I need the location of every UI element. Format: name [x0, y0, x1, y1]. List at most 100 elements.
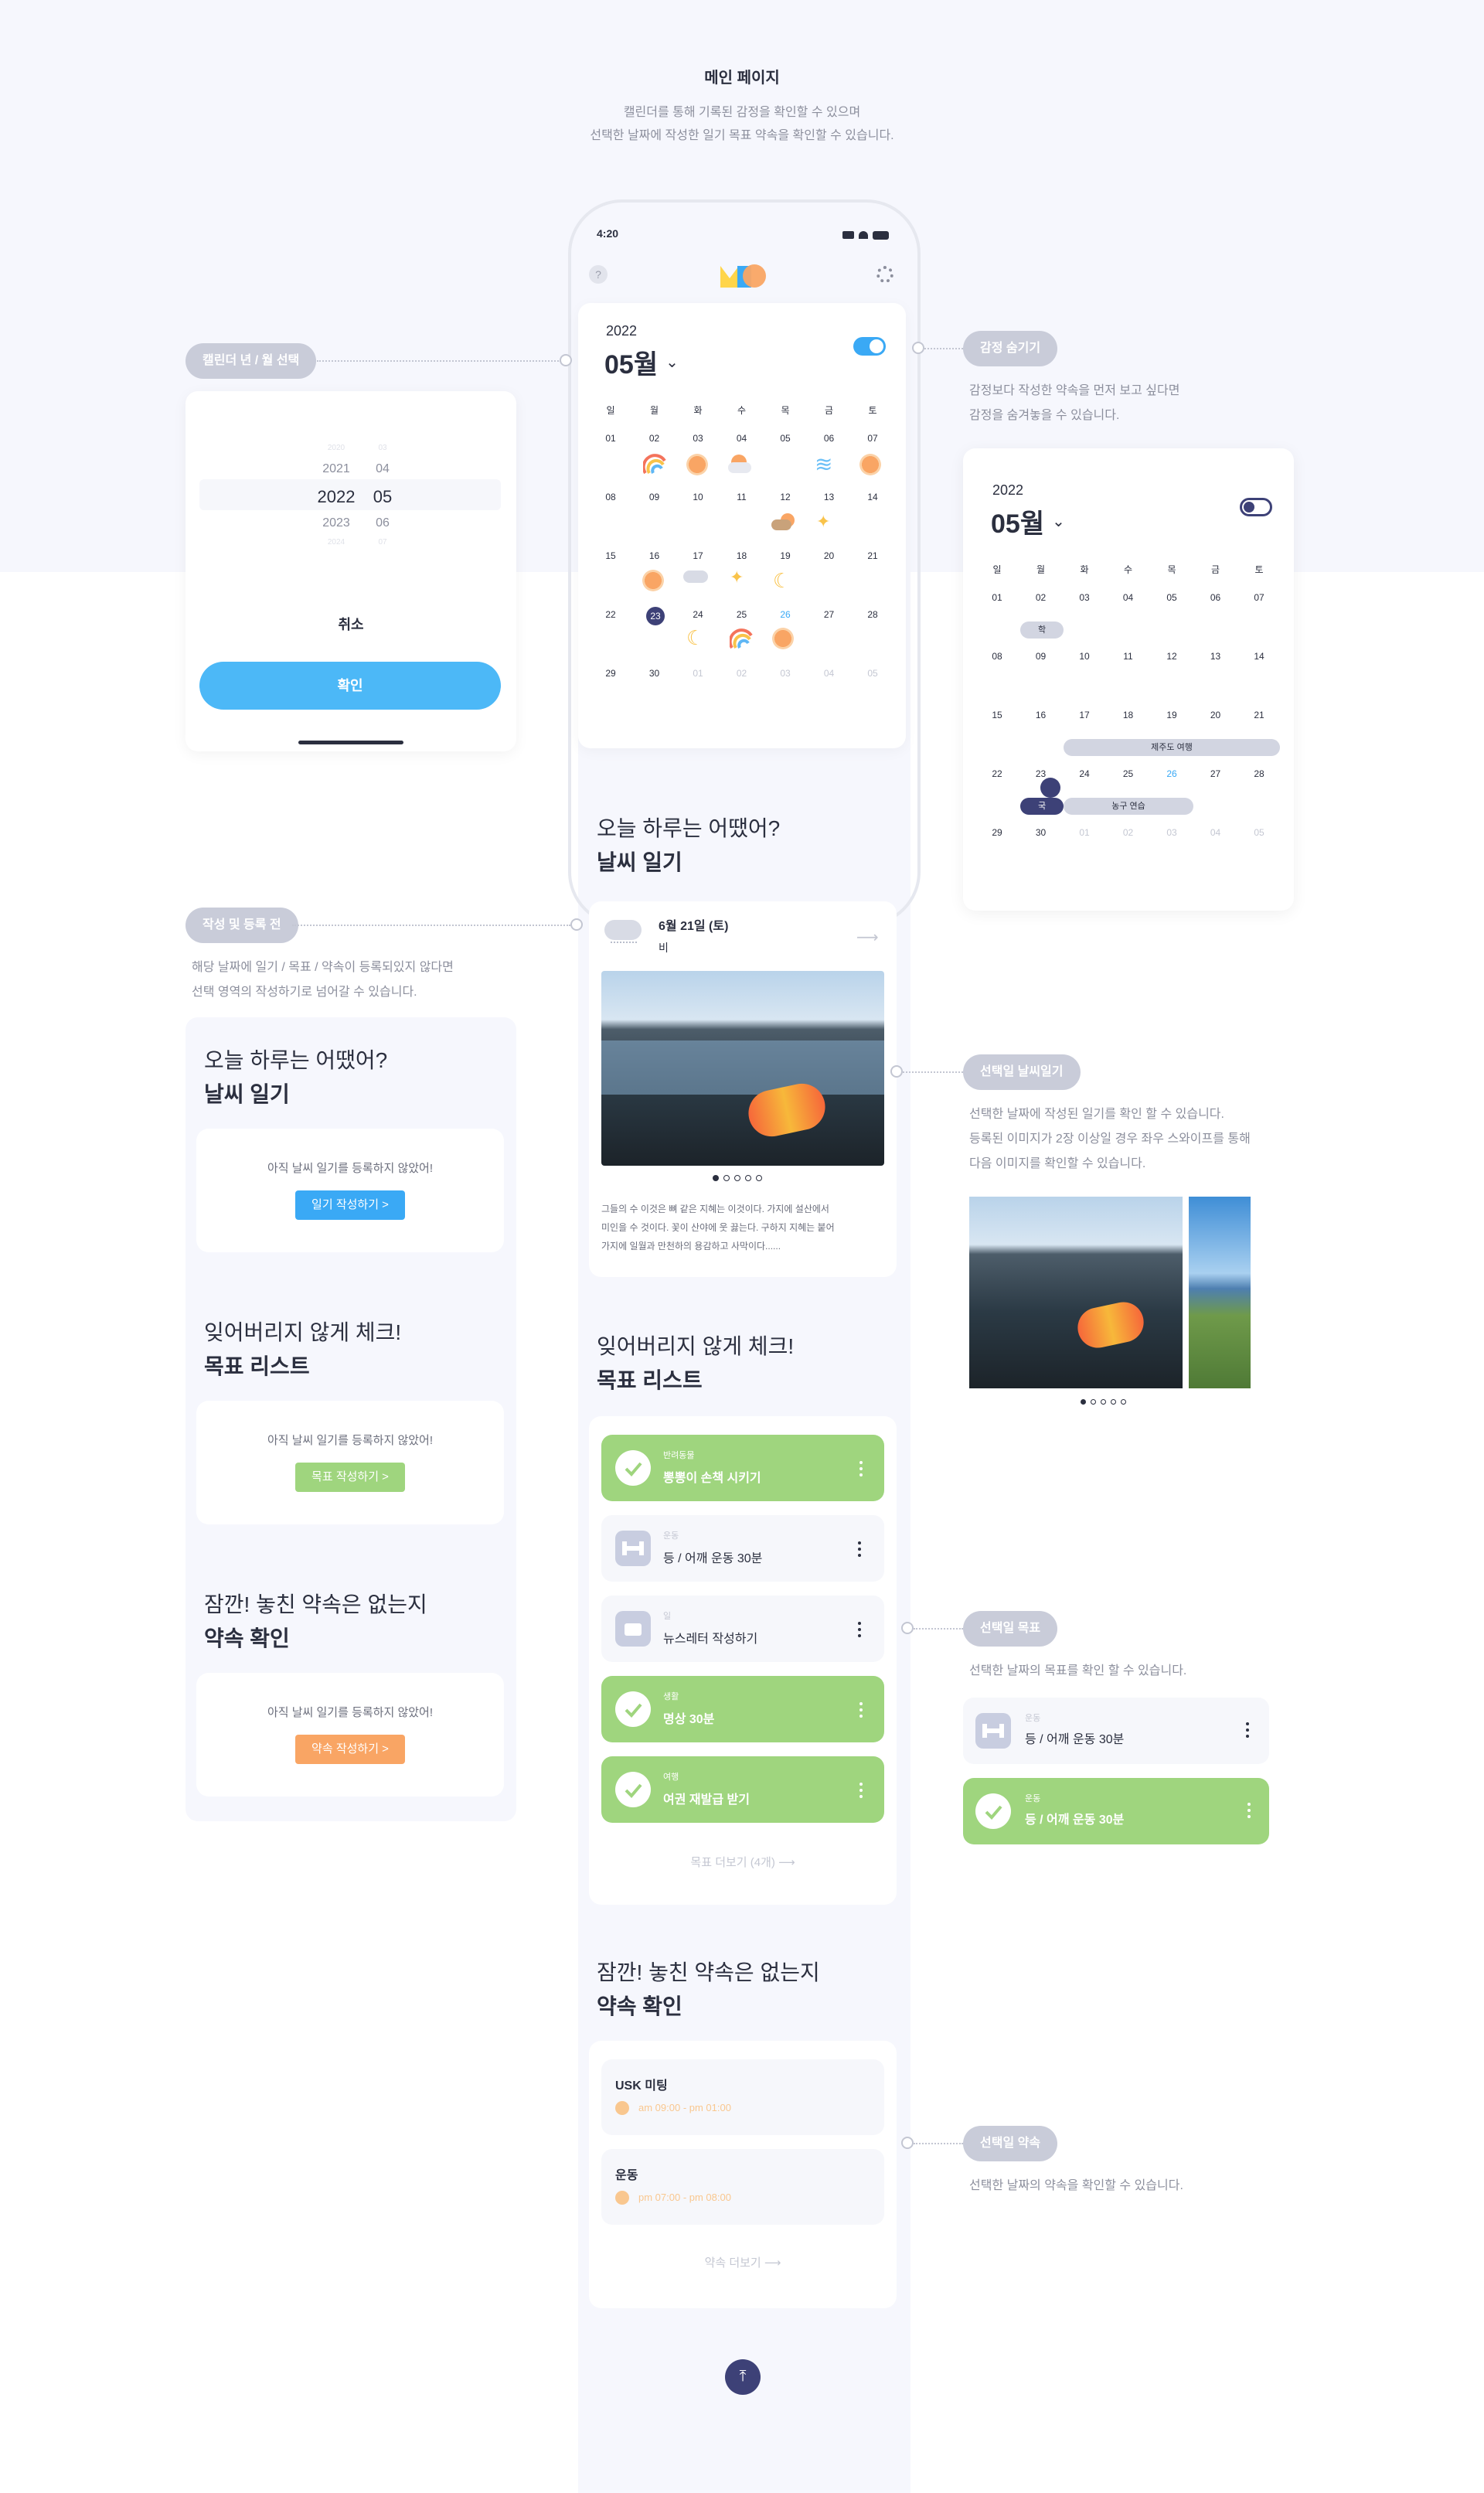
calendar-day[interactable]: 02 [1107, 827, 1150, 838]
more-icon[interactable] [859, 1461, 863, 1476]
calendar-day[interactable]: 11 [720, 492, 764, 502]
calendar-day[interactable]: 05 [851, 668, 894, 679]
calendar-day[interactable]: 16 [1019, 710, 1063, 720]
calendar-day[interactable]: 22 [589, 609, 632, 620]
calendar-day[interactable]: 03 [1063, 592, 1106, 603]
emotion-toggle-off[interactable] [1240, 498, 1272, 516]
scroll-top-icon[interactable]: ⤒ [725, 2359, 761, 2395]
picker-year[interactable]: 2023 [309, 516, 363, 530]
calendar-day[interactable]: 21 [851, 550, 894, 561]
write-promise-button[interactable]: 약속 작성하기 > [295, 1735, 405, 1764]
calendar-day[interactable]: 17 [1063, 710, 1106, 720]
calendar-day[interactable]: 13 [808, 492, 851, 502]
calendar-day[interactable]: 02 [1019, 592, 1063, 603]
calendar-day[interactable]: 20 [1194, 710, 1237, 720]
more-icon[interactable] [859, 1702, 863, 1718]
diary-photo[interactable] [601, 971, 884, 1166]
calendar-day[interactable]: 16 [633, 550, 676, 561]
swipe-photo-2[interactable] [1189, 1197, 1251, 1388]
more-icon[interactable] [1246, 1722, 1249, 1738]
calendar-day[interactable]: 04 [1107, 592, 1150, 603]
check-icon[interactable] [975, 1793, 1011, 1829]
calendar-day[interactable]: 03 [764, 668, 807, 679]
calendar-day[interactable]: 13 [1194, 651, 1237, 662]
picker-month-selected[interactable]: 05 [363, 487, 402, 507]
calendar-day[interactable]: 20 [808, 550, 851, 561]
calendar-day[interactable]: 26 [1150, 768, 1193, 779]
event-bar[interactable]: 제주도 여행 [1064, 739, 1280, 756]
calendar-day[interactable]: 10 [676, 492, 720, 502]
calendar-day[interactable]: 11 [1107, 651, 1150, 662]
calendar-day[interactable]: 15 [975, 710, 1019, 720]
calendar-day[interactable]: 08 [975, 651, 1019, 662]
calendar-month-select[interactable]: 05월 ⌄ [991, 502, 1065, 540]
calendar-day[interactable]: 27 [1194, 768, 1237, 779]
calendar-day[interactable]: 30 [633, 668, 676, 679]
more-icon[interactable] [1247, 1803, 1251, 1818]
goal-more-link[interactable]: 목표 더보기 (4개) ⟶ [589, 1854, 897, 1870]
calendar-day[interactable]: 24 [1063, 768, 1106, 779]
calendar-day[interactable]: 28 [1237, 768, 1281, 779]
check-icon[interactable] [615, 1450, 651, 1486]
more-icon[interactable] [858, 1541, 861, 1557]
swipe-photo-1[interactable] [969, 1197, 1183, 1388]
calendar-day[interactable]: 12 [764, 492, 807, 502]
more-icon[interactable] [858, 1622, 861, 1637]
arrow-right-icon[interactable]: ⟶ [856, 928, 879, 947]
write-goal-button[interactable]: 목표 작성하기 > [295, 1463, 405, 1492]
picker-year[interactable]: 2020 [309, 444, 363, 452]
calendar-day[interactable]: 03 [676, 433, 720, 444]
calendar-day[interactable]: 09 [633, 492, 676, 502]
calendar-day[interactable]: 06 [808, 433, 851, 444]
calendar-day[interactable]: 09 [1019, 651, 1063, 662]
calendar-day[interactable]: 05 [1237, 827, 1281, 838]
calendar-day[interactable]: 19 [1150, 710, 1193, 720]
calendar-day[interactable]: 05 [1150, 592, 1193, 603]
event-bar-selected[interactable]: 국 [1020, 798, 1064, 815]
event-bar[interactable]: 농구 연습 [1064, 798, 1193, 815]
promise-item[interactable] [601, 2059, 884, 2135]
picker-month[interactable]: 04 [363, 462, 402, 476]
calendar-day[interactable]: 17 [676, 550, 720, 561]
emotion-toggle[interactable] [853, 337, 886, 356]
calendar-day[interactable]: 06 [1194, 592, 1237, 603]
picker-year-selected[interactable]: 2022 [305, 487, 368, 507]
calendar-day[interactable]: 23 [1019, 768, 1063, 779]
calendar-day[interactable]: 19 [764, 550, 807, 561]
promise-item[interactable] [601, 2149, 884, 2225]
calendar-day[interactable]: 05 [764, 433, 807, 444]
picker-month[interactable]: 06 [363, 516, 402, 530]
picker-month[interactable]: 07 [363, 538, 402, 547]
carousel-dots[interactable] [1081, 1399, 1126, 1405]
calendar-day[interactable]: 28 [851, 609, 894, 620]
more-icon[interactable] [859, 1783, 863, 1798]
calendar-day[interactable]: 04 [1194, 827, 1237, 838]
calendar-day[interactable]: 18 [1107, 710, 1150, 720]
calendar-day[interactable]: 01 [589, 433, 632, 444]
calendar-day[interactable]: 04 [808, 668, 851, 679]
calendar-day[interactable]: 01 [975, 592, 1019, 603]
settings-gear-icon[interactable] [876, 266, 893, 283]
picker-month[interactable]: 03 [363, 444, 402, 452]
calendar-day[interactable]: 24 [676, 609, 720, 620]
check-icon[interactable] [615, 1691, 651, 1727]
promise-more-link[interactable]: 약속 더보기 ⟶ [589, 2254, 897, 2270]
calendar-day[interactable]: 01 [676, 668, 720, 679]
calendar-day[interactable]: 21 [1237, 710, 1281, 720]
carousel-dots[interactable] [713, 1175, 762, 1181]
calendar-day[interactable]: 14 [851, 492, 894, 502]
picker-cancel-button[interactable]: 취소 [186, 614, 516, 634]
calendar-day[interactable]: 27 [808, 609, 851, 620]
calendar-day[interactable]: 22 [975, 768, 1019, 779]
calendar-day[interactable]: 29 [975, 827, 1019, 838]
calendar-day[interactable]: 26 [764, 609, 807, 620]
selected-day[interactable]: 23 [646, 607, 665, 625]
calendar-day[interactable]: 25 [1107, 768, 1150, 779]
help-icon[interactable]: ? [589, 265, 608, 284]
picker-year[interactable]: 2024 [309, 538, 363, 547]
calendar-day[interactable]: 08 [589, 492, 632, 502]
calendar-day[interactable]: 15 [589, 550, 632, 561]
calendar-day[interactable]: 04 [720, 433, 764, 444]
picker-year[interactable]: 2021 [309, 462, 363, 476]
calendar-day[interactable]: 07 [851, 433, 894, 444]
